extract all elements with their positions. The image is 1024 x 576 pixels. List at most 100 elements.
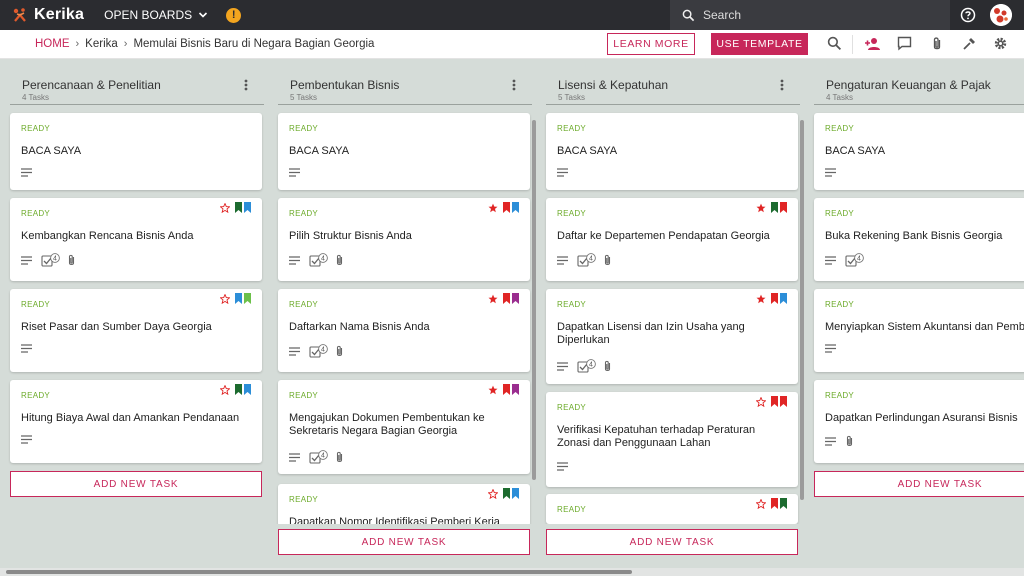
app-name: Kerika	[34, 6, 85, 23]
bookmark-red-icon[interactable]	[503, 293, 510, 304]
star-outline-icon[interactable]	[756, 396, 766, 407]
help-icon[interactable]	[960, 7, 976, 23]
search-icon[interactable]	[827, 36, 842, 51]
star-filled-icon[interactable]	[488, 203, 498, 213]
task-card[interactable]: READY Mengajukan Dokumen Pembentukan ke S…	[278, 380, 530, 474]
task-card[interactable]: READY Dapatkan Lisensi dan Izin Usaha yan…	[546, 289, 798, 384]
star-outline-icon[interactable]	[220, 384, 230, 395]
open-boards-menu[interactable]: OPEN BOARDS	[104, 8, 208, 22]
bookmark-red-icon[interactable]	[780, 396, 787, 407]
bookmark-green-icon[interactable]	[235, 384, 242, 395]
breadcrumb-home[interactable]: HOME	[35, 38, 70, 50]
board-column: Pembentukan Bisnis 5 Tasks READY BACA SAYA R…	[268, 60, 536, 576]
add-user-icon[interactable]	[864, 36, 881, 52]
task-flags	[486, 488, 519, 499]
task-status: READY	[21, 300, 51, 309]
bookmark-green-icon[interactable]	[503, 488, 510, 499]
task-card[interactable]: READY Buka Rekening Bank Bisnis Georgia 4	[814, 198, 1024, 281]
bookmark-red-icon[interactable]	[780, 202, 787, 213]
bookmark-red-icon[interactable]	[503, 202, 510, 213]
svg-text:4: 4	[53, 256, 57, 263]
star-filled-icon[interactable]	[756, 294, 766, 304]
task-card[interactable]: READY Daftar ke Departemen Pendapatan Geo…	[546, 198, 798, 281]
gear-icon[interactable]	[993, 36, 1008, 51]
task-title: Verifikasi Kepatuhan terhadap Peraturan …	[557, 424, 756, 449]
search-placeholder: Search	[703, 8, 742, 22]
learn-more-button[interactable]: LEARN MORE	[607, 33, 695, 55]
task-card[interactable]: READY BACA SAYA	[278, 113, 530, 190]
task-indicators: 4	[289, 450, 353, 464]
bookmark-red-icon[interactable]	[771, 293, 778, 304]
task-flags	[486, 293, 519, 304]
attachment-icon	[67, 254, 76, 267]
star-outline-icon[interactable]	[756, 498, 766, 509]
task-card[interactable]: READY Dapatkan Nomor Identifikasi Pemberi…	[278, 484, 530, 524]
task-card[interactable]: READY BACA SAYA	[814, 113, 1024, 190]
bookmark-blue-icon[interactable]	[244, 202, 251, 213]
star-outline-icon[interactable]	[220, 202, 230, 213]
add-new-task-button[interactable]: ADD NEW TASK	[814, 471, 1024, 497]
bookmark-blue-icon[interactable]	[512, 488, 519, 499]
add-new-task-button[interactable]: ADD NEW TASK	[278, 529, 530, 555]
task-title: BACA SAYA	[289, 145, 350, 157]
task-title: BACA SAYA	[825, 145, 886, 157]
task-card[interactable]: READY Riset Pasar dan Sumber Daya Georgia	[10, 289, 262, 372]
task-card[interactable]: READY	[546, 494, 798, 524]
task-card[interactable]: READY Dapatkan Perlindungan Asuransi Bisn…	[814, 380, 1024, 463]
alert-icon[interactable]: !	[226, 7, 242, 23]
bookmark-green-icon[interactable]	[780, 498, 787, 509]
bookmark-blue-icon[interactable]	[244, 384, 251, 395]
task-card[interactable]: READY BACA SAYA	[10, 113, 262, 190]
search-input[interactable]: Search	[670, 0, 950, 30]
star-outline-icon[interactable]	[220, 293, 230, 304]
toolbar-divider	[852, 35, 853, 54]
horizontal-scrollbar[interactable]	[6, 570, 632, 574]
use-template-button[interactable]: USE TEMPLATE	[711, 33, 808, 55]
add-new-task-button[interactable]: ADD NEW TASK	[10, 471, 262, 497]
task-card[interactable]: READY Kembangkan Rencana Bisnis Anda 4	[10, 198, 262, 281]
card-list: READY BACA SAYA READY Pilih Struktur Bisnis…	[268, 60, 534, 524]
task-card[interactable]: READY Menyiapkan Sistem Akuntansi dan Pem…	[814, 289, 1024, 372]
tools-icon[interactable]	[962, 36, 977, 51]
task-card[interactable]: READY Daftarkan Nama Bisnis Anda 4	[278, 289, 530, 372]
description-icon	[825, 168, 836, 177]
kerika-logo[interactable]: Kerika	[12, 6, 84, 24]
bookmark-red-icon[interactable]	[771, 396, 778, 407]
bookmark-purple-icon[interactable]	[512, 384, 519, 395]
star-filled-icon[interactable]	[488, 294, 498, 304]
attachment-icon[interactable]	[931, 36, 943, 52]
bookmark-red-icon[interactable]	[771, 498, 778, 509]
task-card[interactable]: READY Verifikasi Kepatuhan terhadap Perat…	[546, 392, 798, 487]
attachment-icon	[603, 360, 612, 373]
add-new-task-button[interactable]: ADD NEW TASK	[546, 529, 798, 555]
card-list: READY BACA SAYA READY Kembangkan Rencana Bi…	[0, 60, 266, 576]
checklist-icon: 4	[309, 253, 331, 267]
star-outline-icon[interactable]	[488, 488, 498, 499]
task-card[interactable]: READY Pilih Struktur Bisnis Anda 4	[278, 198, 530, 281]
star-filled-icon[interactable]	[756, 203, 766, 213]
bookmark-purple-icon[interactable]	[512, 293, 519, 304]
bookmark-green-icon[interactable]	[771, 202, 778, 213]
bookmark-blue-icon[interactable]	[780, 293, 787, 304]
description-icon	[825, 344, 836, 353]
task-title: Dapatkan Perlindungan Asuransi Bisnis	[825, 412, 1018, 424]
star-filled-icon[interactable]	[488, 385, 498, 395]
bookmark-red-icon[interactable]	[503, 384, 510, 395]
user-avatar[interactable]	[990, 4, 1012, 26]
svg-text:4: 4	[589, 362, 593, 369]
task-indicators	[825, 344, 845, 353]
bookmark-blue-icon[interactable]	[235, 293, 242, 304]
breadcrumb-board: Memulai Bisnis Baru di Negara Bagian Geo…	[133, 38, 375, 50]
bookmark-lightgreen-icon[interactable]	[244, 293, 251, 304]
task-title: Kembangkan Rencana Bisnis Anda	[21, 230, 194, 242]
chat-icon[interactable]	[897, 36, 912, 51]
task-flags	[754, 396, 787, 407]
description-icon	[21, 344, 32, 353]
bookmark-green-icon[interactable]	[235, 202, 242, 213]
task-card[interactable]: READY BACA SAYA	[546, 113, 798, 190]
open-boards-label: OPEN BOARDS	[104, 8, 193, 22]
bookmark-blue-icon[interactable]	[512, 202, 519, 213]
breadcrumb-org[interactable]: Kerika	[85, 38, 118, 50]
top-bar: Kerika OPEN BOARDS ! Search	[0, 0, 1024, 30]
task-card[interactable]: READY Hitung Biaya Awal dan Amankan Penda…	[10, 380, 262, 463]
